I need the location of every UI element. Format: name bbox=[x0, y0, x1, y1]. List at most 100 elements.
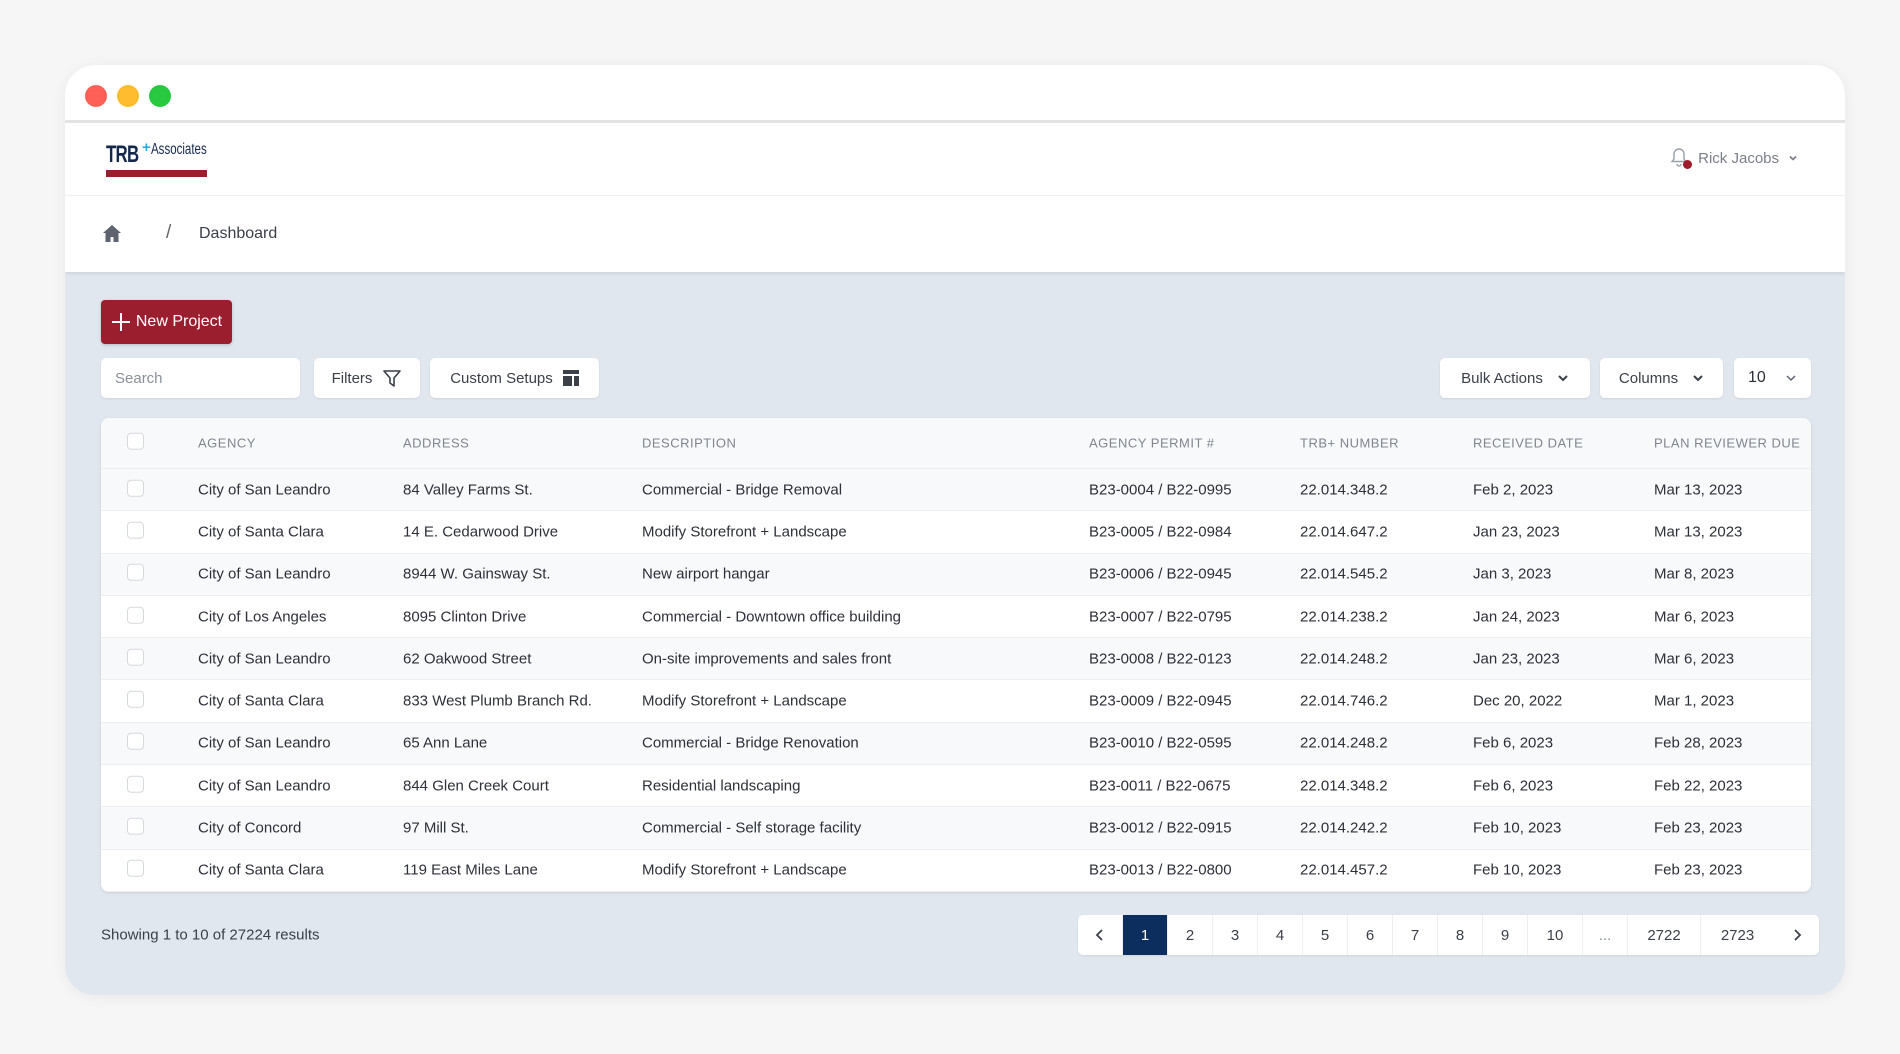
new-project-label: New Project bbox=[135, 313, 223, 330]
notification-bell-icon[interactable] bbox=[1670, 147, 1693, 169]
cell-received-date: Dec 20, 2022 bbox=[1473, 692, 1563, 710]
cell-agency-permit: B23-0004 / B22-0995 bbox=[1089, 481, 1232, 499]
cell-agency-permit: B23-0009 / B22-0945 bbox=[1089, 692, 1232, 710]
column-header-received-date[interactable]: Received Date bbox=[1473, 436, 1583, 451]
user-menu[interactable]: Rick Jacobs bbox=[1670, 147, 1799, 169]
row-checkbox[interactable] bbox=[127, 606, 144, 624]
projects-table: Agency Address Description Agency Permit… bbox=[101, 418, 1811, 892]
layout-icon bbox=[562, 370, 579, 386]
cell-agency: City of Los Angeles bbox=[198, 608, 327, 626]
cell-trb-number: 22.014.248.2 bbox=[1300, 650, 1388, 668]
search-placeholder: Search bbox=[115, 369, 163, 387]
table-row[interactable]: City of San Leandro 65 Ann Lane Commercial… bbox=[101, 722, 1811, 766]
trb-logo[interactable]: TRB + Associates bbox=[106, 139, 208, 179]
table-row[interactable]: City of Santa Clara 833 West Plumb Branch… bbox=[101, 680, 1811, 723]
cell-plan-reviewer-due: Mar 13, 2023 bbox=[1654, 481, 1743, 499]
cell-agency-permit: B23-0005 / B22-0984 bbox=[1089, 523, 1232, 541]
row-checkbox[interactable] bbox=[127, 860, 144, 878]
column-header-agency[interactable]: Agency bbox=[198, 436, 256, 451]
filter-icon bbox=[383, 370, 402, 387]
table-row[interactable]: City of Concord 97 Mill St. Commercial - S… bbox=[101, 807, 1811, 850]
column-header-address[interactable]: Address bbox=[403, 436, 469, 451]
cell-address: 119 East Miles Lane bbox=[403, 861, 538, 879]
search-input[interactable]: Search bbox=[101, 358, 300, 398]
minimize-window-button[interactable] bbox=[117, 85, 139, 107]
column-header-description[interactable]: Description bbox=[642, 436, 736, 451]
pagination-ellipsis: ... bbox=[1583, 915, 1628, 955]
logo-subtext: Associates bbox=[151, 141, 207, 158]
cell-description: New airport hangar bbox=[642, 565, 770, 583]
cell-address: 844 Glen Creek Court bbox=[403, 777, 549, 795]
app-window: TRB + Associates Rick Jacobs / Dashboard… bbox=[65, 65, 1845, 995]
table-row[interactable]: City of Santa Clara 14 E. Cedarwood Drive… bbox=[101, 511, 1811, 554]
column-header-plan-reviewer-due[interactable]: Plan Reviewer Due bbox=[1654, 436, 1800, 451]
page-button[interactable]: 1 bbox=[1123, 915, 1168, 955]
table-row[interactable]: City of San Leandro 62 Oakwood Street On-s… bbox=[101, 638, 1811, 681]
table-row[interactable]: City of Santa Clara 119 East Miles Lane Mo… bbox=[101, 850, 1811, 892]
cell-trb-number: 22.014.238.2 bbox=[1300, 608, 1388, 626]
cell-plan-reviewer-due: Mar 13, 2023 bbox=[1654, 523, 1743, 541]
app-header: TRB + Associates Rick Jacobs bbox=[65, 123, 1845, 196]
close-window-button[interactable] bbox=[85, 85, 107, 107]
cell-agency: City of Concord bbox=[198, 819, 302, 837]
maximize-window-button[interactable] bbox=[149, 85, 171, 107]
cell-trb-number: 22.014.457.2 bbox=[1300, 861, 1388, 879]
select-all-checkbox[interactable] bbox=[127, 432, 144, 450]
column-header-trb-number[interactable]: TRB+ Number bbox=[1300, 436, 1399, 451]
page-button[interactable]: 2723 bbox=[1701, 915, 1774, 955]
prev-page-button[interactable] bbox=[1078, 915, 1123, 955]
breadcrumb: / Dashboard bbox=[65, 196, 1845, 272]
cell-description: Modify Storefront + Landscape bbox=[642, 523, 847, 541]
page-button[interactable]: 2 bbox=[1168, 915, 1213, 955]
filters-button[interactable]: Filters bbox=[314, 358, 420, 398]
row-checkbox[interactable] bbox=[127, 521, 144, 539]
cell-trb-number: 22.014.647.2 bbox=[1300, 523, 1388, 541]
page-size-select[interactable]: 10 bbox=[1734, 358, 1811, 398]
page-button[interactable]: 3 bbox=[1213, 915, 1258, 955]
cell-address: 14 E. Cedarwood Drive bbox=[403, 523, 559, 541]
next-page-button[interactable] bbox=[1774, 915, 1819, 955]
cell-trb-number: 22.014.248.2 bbox=[1300, 734, 1388, 752]
page-button[interactable]: 10 bbox=[1528, 915, 1583, 955]
cell-plan-reviewer-due: Feb 23, 2023 bbox=[1654, 819, 1743, 837]
custom-setups-button[interactable]: Custom Setups bbox=[430, 358, 599, 398]
cell-agency: City of San Leandro bbox=[198, 777, 331, 795]
page-button[interactable]: 7 bbox=[1393, 915, 1438, 955]
logo-bar bbox=[106, 170, 207, 177]
cell-address: 8944 W. Gainsway St. bbox=[403, 565, 551, 583]
page-button[interactable]: 4 bbox=[1258, 915, 1303, 955]
cell-received-date: Jan 3, 2023 bbox=[1473, 565, 1552, 583]
row-checkbox[interactable] bbox=[127, 775, 144, 793]
page-button[interactable]: 6 bbox=[1348, 915, 1393, 955]
custom-setups-label: Custom Setups bbox=[450, 369, 553, 387]
cell-plan-reviewer-due: Feb 28, 2023 bbox=[1654, 734, 1743, 752]
row-checkbox[interactable] bbox=[127, 817, 144, 835]
cell-agency-permit: B23-0011 / B22-0675 bbox=[1089, 777, 1231, 795]
breadcrumb-current[interactable]: Dashboard bbox=[199, 225, 277, 243]
row-checkbox[interactable] bbox=[127, 648, 144, 666]
page-button[interactable]: 2722 bbox=[1628, 915, 1701, 955]
table-row[interactable]: City of San Leandro 8944 W. Gainsway St. N… bbox=[101, 553, 1811, 596]
bulk-actions-dropdown[interactable]: Bulk Actions bbox=[1440, 358, 1590, 398]
cell-address: 62 Oakwood Street bbox=[403, 650, 532, 668]
cell-description: Residential landscaping bbox=[642, 777, 801, 795]
cell-plan-reviewer-due: Mar 6, 2023 bbox=[1654, 608, 1735, 626]
row-checkbox[interactable] bbox=[127, 690, 144, 708]
columns-dropdown[interactable]: Columns bbox=[1600, 358, 1723, 398]
filters-label: Filters bbox=[331, 369, 373, 387]
pagination: 1 2 3 4 5 6 7 8 9 10... 2722 2723 bbox=[1078, 915, 1819, 955]
table-row[interactable]: City of San Leandro 84 Valley Farms St. Co… bbox=[101, 469, 1811, 512]
page-button[interactable]: 5 bbox=[1303, 915, 1348, 955]
table-row[interactable]: City of Los Angeles 8095 Clinton Drive Com… bbox=[101, 596, 1811, 639]
new-project-button[interactable]: New Project bbox=[101, 300, 232, 344]
page-button[interactable]: 8 bbox=[1438, 915, 1483, 955]
cell-description: Commercial - Downtown office building bbox=[642, 608, 901, 626]
table-row[interactable]: City of San Leandro 844 Glen Creek Court R… bbox=[101, 765, 1811, 808]
page-button[interactable]: 9 bbox=[1483, 915, 1528, 955]
home-icon[interactable] bbox=[102, 224, 122, 243]
column-header-agency-permit[interactable]: Agency Permit # bbox=[1089, 436, 1215, 451]
row-checkbox[interactable] bbox=[127, 479, 144, 497]
row-checkbox[interactable] bbox=[127, 564, 144, 582]
cell-received-date: Feb 2, 2023 bbox=[1473, 481, 1554, 499]
row-checkbox[interactable] bbox=[127, 733, 144, 751]
